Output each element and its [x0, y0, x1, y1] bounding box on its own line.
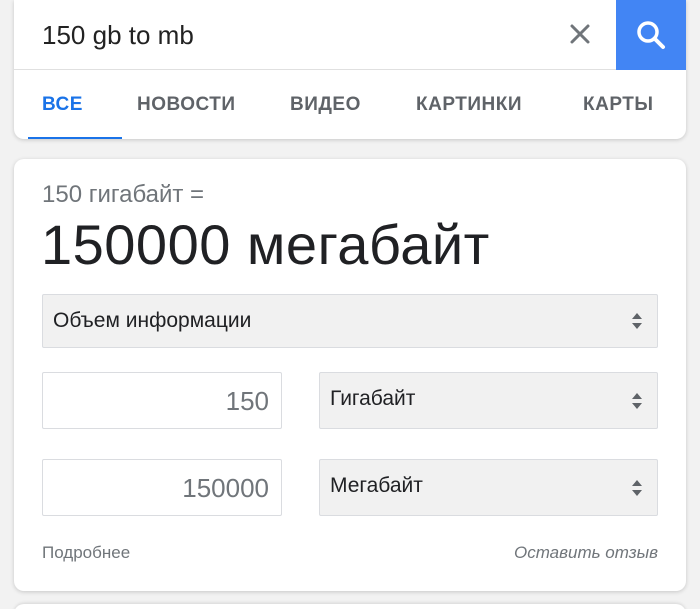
- tab-maps[interactable]: КАРТЫ: [583, 94, 653, 116]
- tab-news[interactable]: НОВОСТИ: [137, 94, 236, 116]
- conversion-source-text: 150 гигабайт =: [42, 181, 205, 208]
- search-tabs: ВСЕ НОВОСТИ ВИДЕО КАРТИНКИ КАРТЫ: [14, 70, 686, 139]
- input-unit-label: Гигабайт: [330, 387, 416, 410]
- sort-arrows-icon: [632, 392, 642, 409]
- tab-images[interactable]: КАРТИНКИ: [416, 94, 522, 116]
- next-result-card: [14, 604, 686, 609]
- feedback-link[interactable]: Оставить отзыв: [514, 543, 658, 563]
- category-select[interactable]: Объем информации: [42, 294, 658, 348]
- clear-search-button[interactable]: [560, 14, 600, 54]
- sort-arrows-icon: [632, 479, 642, 496]
- search-card: 150 gb to mb ВСЕ НОВОСТИ ВИДЕО КАРТИНКИ …: [14, 0, 686, 139]
- search-bar: 150 gb to mb: [14, 0, 686, 70]
- output-unit-label: Мегабайт: [330, 474, 423, 497]
- output-unit-select[interactable]: Мегабайт: [319, 459, 658, 516]
- output-value-field[interactable]: 150000: [42, 459, 282, 516]
- input-value: 150: [225, 386, 269, 416]
- active-tab-indicator: [28, 137, 122, 139]
- tab-video[interactable]: ВИДЕО: [290, 94, 361, 116]
- tab-all[interactable]: ВСЕ: [42, 94, 83, 116]
- category-select-label: Объем информации: [53, 309, 252, 332]
- sort-arrows-icon: [632, 313, 642, 329]
- unit-converter-card: 150 гигабайт = 150000 мегабайт Объем инф…: [14, 159, 686, 591]
- more-info-link[interactable]: Подробнее: [42, 543, 130, 563]
- input-unit-select[interactable]: Гигабайт: [319, 372, 658, 429]
- close-icon: [570, 24, 590, 44]
- search-icon: [637, 21, 665, 49]
- conversion-result: 150000 мегабайт: [41, 213, 490, 276]
- output-value: 150000: [182, 473, 269, 503]
- input-value-field[interactable]: 150: [42, 372, 282, 429]
- search-button[interactable]: [616, 0, 686, 70]
- search-query[interactable]: 150 gb to mb: [42, 18, 194, 52]
